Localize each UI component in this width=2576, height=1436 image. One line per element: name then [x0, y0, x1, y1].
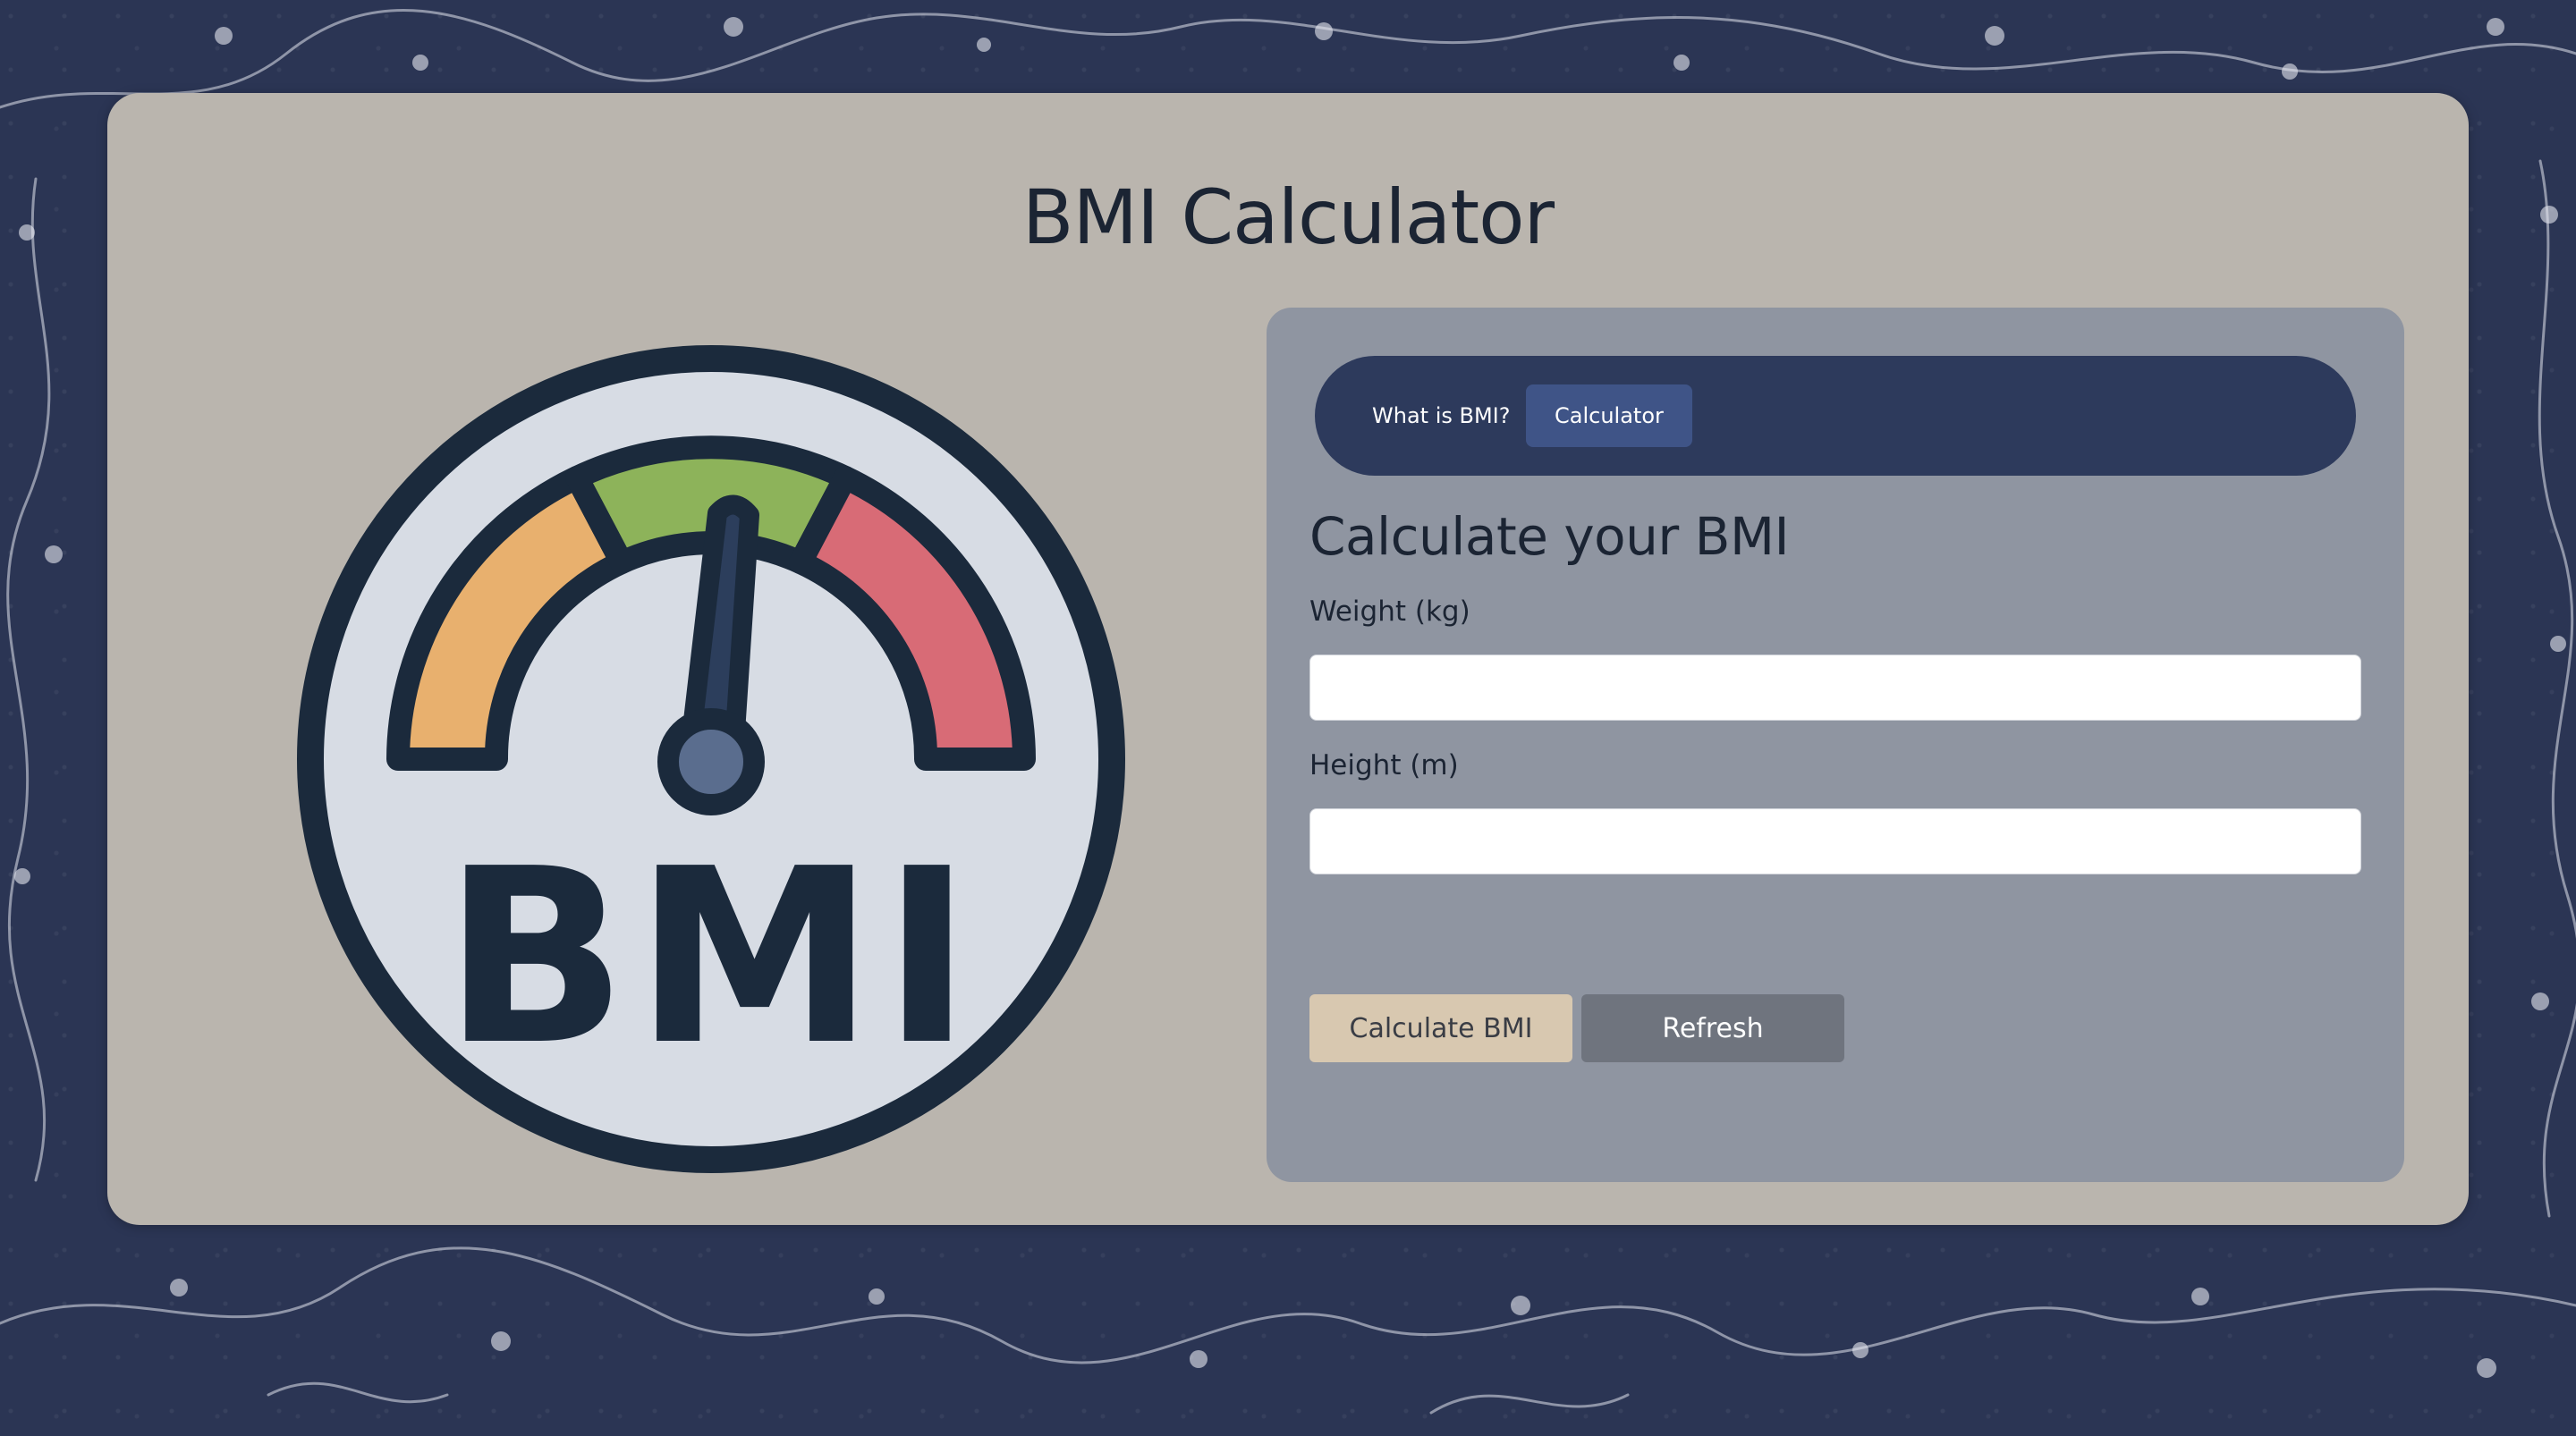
weight-label: Weight (kg) [1309, 596, 1470, 628]
nav-bar: What is BMI? Calculator [1315, 356, 2356, 476]
refresh-button[interactable]: Refresh [1581, 994, 1844, 1062]
tab-what-is-bmi[interactable]: What is BMI? [1343, 384, 1538, 447]
calculator-panel: What is BMI? Calculator Calculate your B… [1267, 308, 2404, 1182]
tab-calculator[interactable]: Calculator [1526, 384, 1692, 447]
form-title: Calculate your BMI [1309, 506, 1790, 567]
calculate-bmi-button[interactable]: Calculate BMI [1309, 994, 1572, 1062]
height-input[interactable] [1309, 808, 2361, 874]
logo-text: BMI [444, 816, 979, 1098]
calculator-card: BMI Calculator BMI What is BMI? Calculat… [107, 93, 2469, 1225]
bmi-gauge-icon: BMI [297, 345, 1125, 1173]
height-label: Height (m) [1309, 749, 1459, 781]
weight-input[interactable] [1309, 655, 2361, 721]
page-title: BMI Calculator [1021, 173, 1555, 261]
